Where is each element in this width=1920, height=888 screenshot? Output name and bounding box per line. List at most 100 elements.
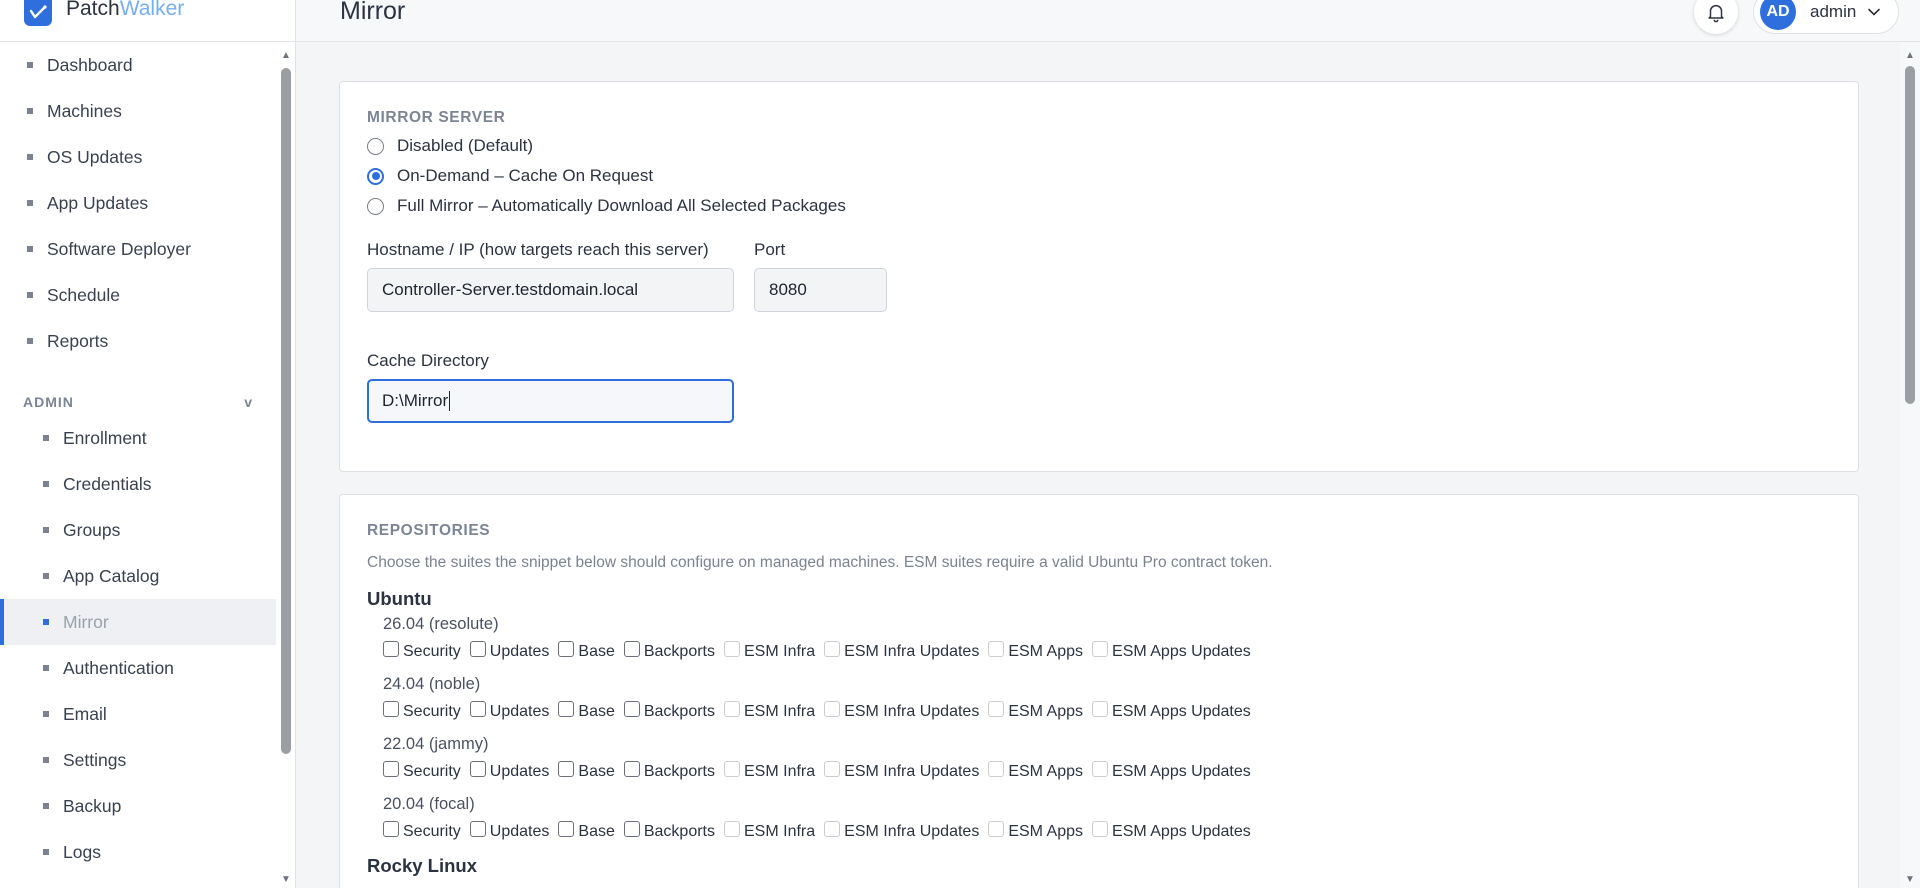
checkbox-box[interactable] <box>623 821 640 837</box>
sidebar-item-label: Mirror <box>63 611 109 632</box>
checkbox-box[interactable] <box>469 821 486 837</box>
checkbox-backports[interactable]: Backports <box>623 641 715 661</box>
checkbox-label: Updates <box>489 763 550 780</box>
sidebar-scrollbar[interactable]: ▲ ▼ <box>276 42 296 888</box>
text-caret <box>449 391 451 411</box>
checkbox-esm-infra-updates: ESM Infra Updates <box>824 821 979 841</box>
port-input[interactable]: 8080 <box>754 268 887 312</box>
sidebar-item-groups[interactable]: Groups <box>0 507 276 553</box>
checkbox-base[interactable]: Base <box>558 701 615 721</box>
checkbox-backports[interactable]: Backports <box>623 701 715 721</box>
bullet-icon <box>27 62 33 68</box>
scroll-up-icon[interactable]: ▲ <box>1900 46 1920 64</box>
sidebar-item-schedule[interactable]: Schedule <box>0 272 276 318</box>
radio-label: Disabled (Default) <box>397 136 534 155</box>
sidebar-item-os-updates[interactable]: OS Updates <box>0 134 276 180</box>
checkbox-box[interactable] <box>558 821 575 837</box>
checkbox-label: ESM Apps Updates <box>1112 643 1251 660</box>
port-label: Port <box>754 240 786 259</box>
checkbox-box[interactable] <box>383 641 399 657</box>
sidebar-item-app-updates[interactable]: App Updates <box>0 180 276 226</box>
sidebar-item-enrollment[interactable]: Enrollment <box>0 415 276 461</box>
checkbox-esm-apps: ESM Apps <box>988 641 1083 661</box>
notifications-button[interactable] <box>1694 0 1738 34</box>
radio-mode-disabled[interactable]: Disabled (Default) <box>367 134 533 158</box>
sidebar-item-reports[interactable]: Reports <box>0 318 276 364</box>
radio-mode-full-mirror[interactable]: Full Mirror – Automatically Download All… <box>367 194 846 218</box>
sidebar-item-authentication[interactable]: Authentication <box>0 645 276 691</box>
main-scroll-thumb[interactable] <box>1905 66 1915 404</box>
checkbox-label: Base <box>578 823 615 840</box>
radio-mode-on-demand[interactable]: On-Demand – Cache On Request <box>367 164 653 188</box>
sidebar-item-mirror[interactable]: Mirror <box>0 599 276 645</box>
bullet-icon <box>43 527 49 533</box>
checkbox-box[interactable] <box>383 701 399 717</box>
checkbox-updates[interactable]: Updates <box>469 701 550 721</box>
radio-button[interactable] <box>367 137 384 155</box>
checkbox-security[interactable]: Security <box>383 761 461 781</box>
checkbox-label: Base <box>578 643 615 660</box>
checkbox-security[interactable]: Security <box>383 701 461 721</box>
checkbox-box[interactable] <box>623 761 640 777</box>
checkbox-updates[interactable]: Updates <box>469 821 550 841</box>
scroll-down-icon[interactable]: ▼ <box>276 870 296 888</box>
checkbox-security[interactable]: Security <box>383 821 461 841</box>
brand[interactable]: PatchWalker <box>0 0 296 42</box>
scroll-up-icon[interactable]: ▲ <box>276 46 296 64</box>
section-title-repositories: REPOSITORIES <box>367 522 491 539</box>
cache-directory-input[interactable]: D:\Mirror <box>367 379 734 423</box>
sidebar-item-label: Email <box>63 703 107 724</box>
checkbox-backports[interactable]: Backports <box>623 821 715 841</box>
checkbox-base[interactable]: Base <box>558 641 615 661</box>
bullet-icon <box>43 619 49 625</box>
scroll-down-icon[interactable]: ▼ <box>1900 870 1920 888</box>
brand-name-part2: Walker <box>119 0 185 20</box>
checkbox-box[interactable] <box>558 761 575 777</box>
hostname-input[interactable]: Controller-Server.testdomain.local <box>367 268 734 312</box>
bullet-icon <box>43 435 49 441</box>
checkbox-box[interactable] <box>383 761 399 777</box>
main-scrollbar[interactable]: ▲ ▼ <box>1900 42 1920 888</box>
checkbox-updates[interactable]: Updates <box>469 641 549 661</box>
radio-button[interactable] <box>367 167 384 185</box>
checkbox-label: Backports <box>643 703 715 720</box>
checkbox-label: Updates <box>489 823 550 840</box>
brand-name-part1: Patch <box>66 0 120 20</box>
checkbox-box[interactable] <box>383 821 399 837</box>
checkbox-label: ESM Infra Updates <box>844 703 980 720</box>
checkbox-box[interactable] <box>469 641 486 657</box>
checkbox-base[interactable]: Base <box>558 821 615 841</box>
checkbox-box[interactable] <box>623 641 640 657</box>
sidebar-item-app-catalog[interactable]: App Catalog <box>0 553 276 599</box>
checkbox-base[interactable]: Base <box>558 761 615 781</box>
checkbox-security[interactable]: Security <box>383 641 461 661</box>
sidebar-item-settings[interactable]: Settings <box>0 737 276 783</box>
checkbox-box[interactable] <box>469 701 486 717</box>
version-26-04: 26.04 (resolute) <box>383 615 499 633</box>
radio-button[interactable] <box>367 197 384 215</box>
sidebar-section-admin[interactable]: ADMIN v <box>23 392 253 412</box>
sidebar-item-label: Dashboard <box>47 54 133 75</box>
sidebar-item-software-deployer[interactable]: Software Deployer <box>0 226 276 272</box>
checkbox-label: ESM Infra Updates <box>844 643 980 660</box>
checkbox-box[interactable] <box>469 761 486 777</box>
user-menu-button[interactable]: AD admin <box>1753 0 1899 34</box>
sidebar-item-credentials[interactable]: Credentials <box>0 461 276 507</box>
bullet-icon <box>43 665 49 671</box>
checkbox-box[interactable] <box>558 701 575 717</box>
sidebar-item-label: Software Deployer <box>47 238 191 259</box>
sidebar-scroll-thumb[interactable] <box>281 68 291 754</box>
checkbox-backports[interactable]: Backports <box>623 761 715 781</box>
sidebar-item-dashboard[interactable]: Dashboard <box>0 42 276 88</box>
bullet-icon <box>27 108 33 114</box>
checkbox-label: Updates <box>489 703 550 720</box>
sidebar-item-backup[interactable]: Backup <box>0 783 276 829</box>
checkbox-box[interactable] <box>558 641 575 657</box>
sidebar-item-logs[interactable]: Logs <box>0 829 276 875</box>
sidebar-item-email[interactable]: Email <box>0 691 276 737</box>
bullet-icon <box>43 711 49 717</box>
checkbox-box[interactable] <box>623 701 640 717</box>
checkbox-esm-apps-updates: ESM Apps Updates <box>1092 641 1251 661</box>
checkbox-updates[interactable]: Updates <box>469 761 550 781</box>
sidebar-item-machines[interactable]: Machines <box>0 88 276 134</box>
